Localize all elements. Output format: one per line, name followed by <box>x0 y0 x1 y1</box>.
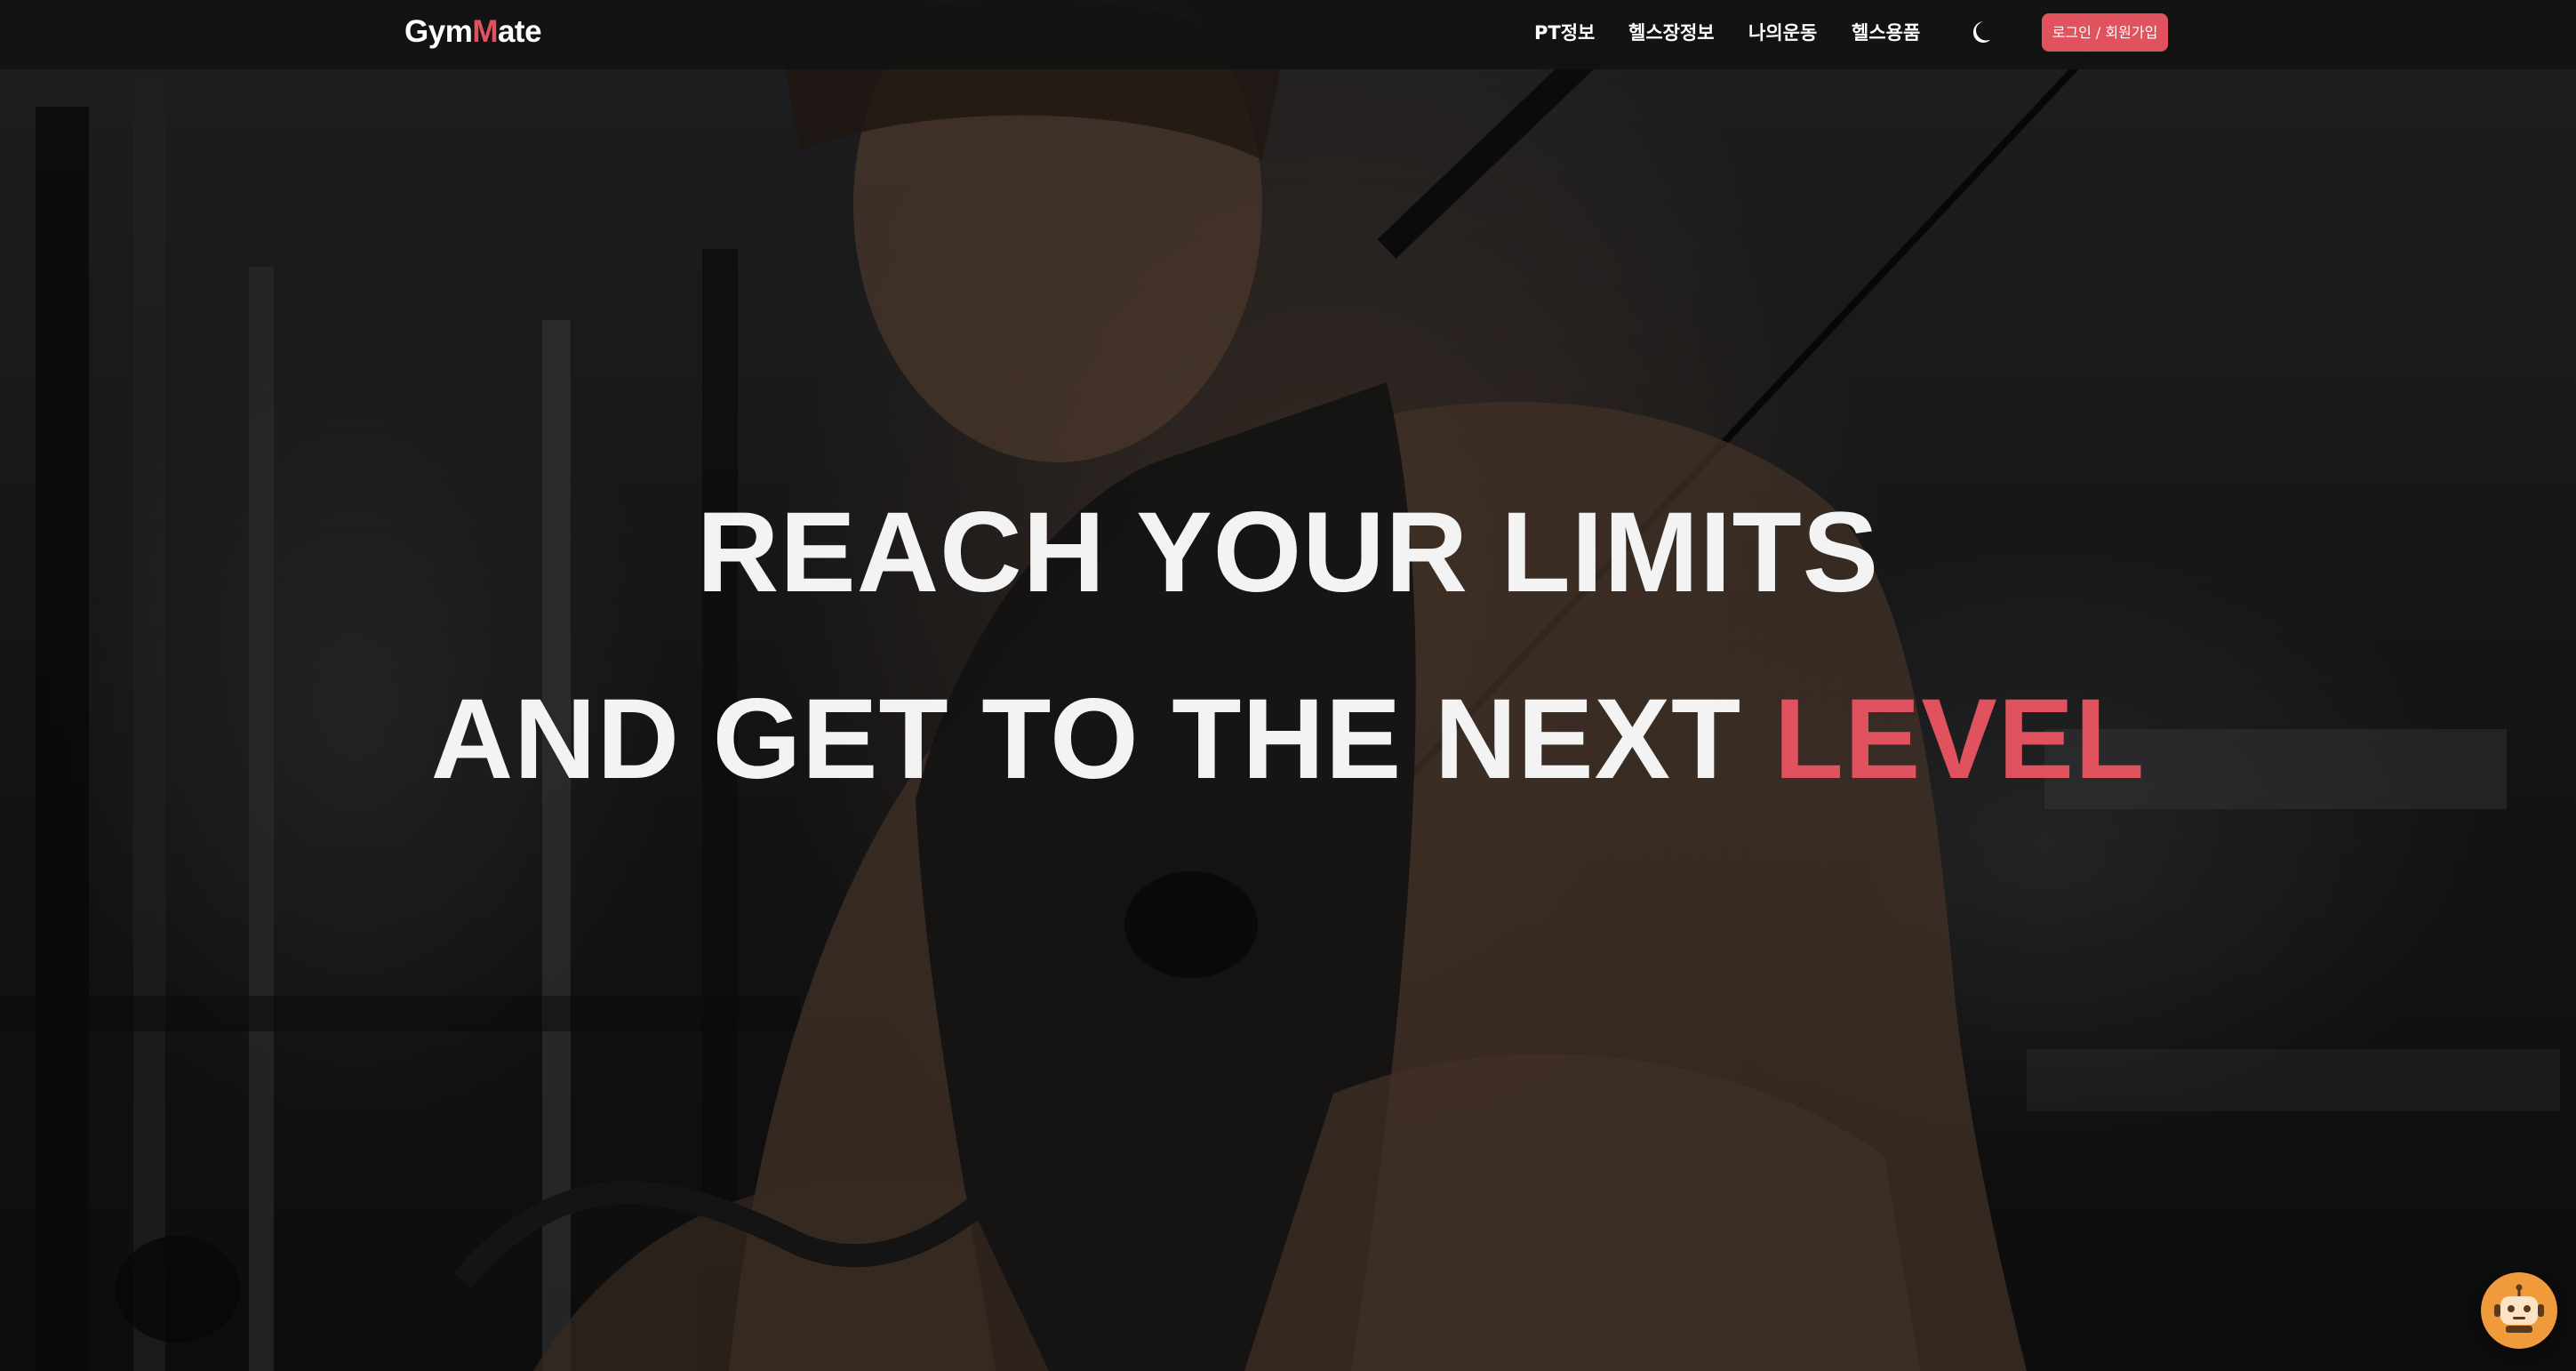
hero-headline-line2: AND GET TO THE NEXT LEVEL <box>0 677 2576 802</box>
nav-item-fitness-gear[interactable]: 헬스용품 <box>1852 20 1920 46</box>
nav-item-my-workout[interactable]: 나의운동 <box>1748 20 1817 46</box>
logo-accent: M <box>472 14 498 49</box>
hero-headline-line1: REACH YOUR LIMITS <box>696 489 1880 616</box>
hero-headline-accent: LEVEL <box>1773 676 2146 803</box>
gymmate-logo[interactable]: GymMate <box>404 12 542 52</box>
robot-icon <box>2494 1284 2544 1333</box>
hero-headline-line2-main: AND GET TO THE NEXT <box>430 676 1774 803</box>
login-signup-button[interactable]: 로그인 / 회원가입 <box>2042 13 2168 52</box>
logo-suffix: ate <box>497 14 542 49</box>
nav-item-pt-info[interactable]: PT정보 <box>1534 20 1595 46</box>
theme-toggle-button[interactable] <box>1966 19 1993 45</box>
chatbot-button[interactable] <box>2481 1272 2557 1349</box>
moon-icon <box>1973 21 1990 43</box>
nav-item-gym-info[interactable]: 헬스장정보 <box>1628 20 1715 46</box>
top-navbar: GymMate PT정보 헬스장정보 나의운동 헬스용품 로그인 / 회원가입 <box>0 0 2576 69</box>
logo-prefix: Gym <box>404 14 473 49</box>
